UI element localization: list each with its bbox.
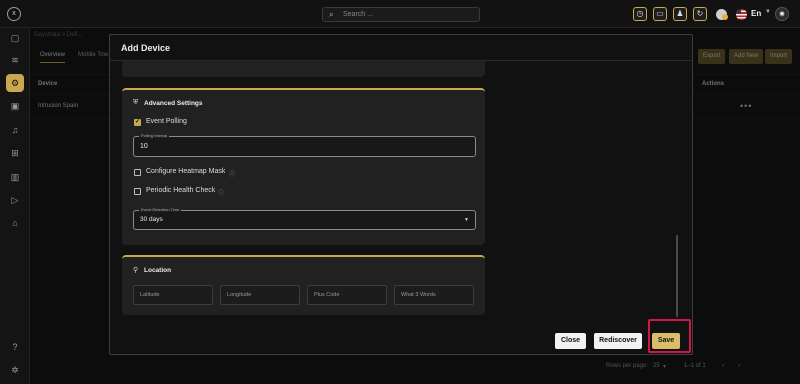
retention-value[interactable]: 30 days [140, 216, 163, 223]
info-icon[interactable]: ⓘ [218, 188, 224, 197]
rediscover-button[interactable]: Rediscover [594, 333, 642, 349]
section-title: Location [144, 267, 172, 274]
search-icon: ⌕ [329, 10, 334, 19]
sidebar: ▢ ≋ ⚙ ▣ ♫ ⊞ ▥ ▷ ⌂ ? ✲ [0, 28, 30, 384]
gear-icon[interactable]: ✲ [8, 363, 22, 377]
us-flag-icon[interactable] [736, 9, 747, 20]
what3words-placeholder: What 3 Words [401, 292, 436, 298]
language-selector[interactable]: En [751, 9, 761, 18]
plus-code-input[interactable]: Plus Code [307, 285, 387, 305]
building-icon[interactable]: ⌂ [8, 216, 22, 230]
polling-interval-field[interactable]: Polling Interval 10 [133, 133, 476, 157]
polling-interval-value[interactable]: 10 [140, 143, 148, 150]
network-icon[interactable]: ⊞ [8, 146, 22, 160]
event-polling-checkbox[interactable] [134, 118, 141, 126]
plus-code-placeholder: Plus Code [314, 292, 340, 298]
field-legend: Event Retention Time [139, 207, 182, 212]
user-icon[interactable]: ♟ [673, 7, 687, 21]
play-icon[interactable]: ▷ [8, 193, 22, 207]
highlight-box [648, 319, 691, 353]
what3words-input[interactable]: What 3 Words [394, 285, 474, 305]
heatmap-checkbox[interactable] [134, 169, 141, 176]
latitude-input[interactable]: Latitude [133, 285, 213, 305]
longitude-placeholder: Longitude [227, 292, 252, 298]
chevron-down-icon: ▼ [765, 9, 771, 15]
chevron-down-icon: ▼ [464, 217, 469, 223]
add-device-dialog: Add Device ⛨ Advanced Settings Event Pol… [109, 34, 693, 355]
scrollbar[interactable] [676, 235, 678, 317]
advanced-settings-card: ⛨ Advanced Settings Event Polling Pollin… [122, 88, 485, 245]
location-card: ⚲ Location Latitude Longitude Plus Code … [122, 255, 485, 315]
top-bar: x ⌕ Search ... ◷ ▭ ♟ ↻ En ▼ ✷ [0, 0, 800, 28]
bell-icon[interactable]: ♫ [8, 123, 22, 137]
retention-select[interactable]: Event Retention Time 30 days ▼ [133, 207, 476, 230]
settings-icon[interactable]: ⚙ [6, 74, 24, 92]
monitor-icon[interactable]: ▢ [8, 31, 22, 45]
section-title: Advanced Settings [144, 100, 203, 107]
coins-icon[interactable] [716, 9, 728, 20]
health-check-checkbox[interactable] [134, 188, 141, 195]
previous-section-card [122, 61, 485, 77]
field-legend: Polling Interval [139, 133, 170, 138]
map-pin-icon: ⚲ [133, 267, 139, 274]
dialog-title: Add Device [121, 43, 171, 53]
laptop-icon[interactable]: ▭ [653, 7, 667, 21]
layers-icon[interactable]: ≋ [8, 53, 22, 67]
theme-toggle-icon[interactable]: ✷ [775, 7, 789, 21]
info-icon[interactable]: ⓘ [229, 169, 235, 178]
help-icon[interactable]: ? [8, 340, 22, 354]
camera-icon[interactable]: ▣ [8, 99, 22, 113]
clock-icon[interactable]: ◷ [633, 7, 647, 21]
shield-icon: ⛨ [133, 99, 139, 106]
refresh-icon[interactable]: ↻ [693, 7, 707, 21]
map-icon[interactable]: ▥ [8, 170, 22, 184]
search-box[interactable]: ⌕ Search ... [322, 7, 480, 22]
app-logo[interactable]: x [7, 7, 21, 21]
event-polling-label[interactable]: Event Polling [146, 118, 187, 125]
health-check-label[interactable]: Periodic Health Check [146, 187, 215, 194]
longitude-input[interactable]: Longitude [220, 285, 300, 305]
search-placeholder: Search ... [343, 11, 373, 18]
latitude-placeholder: Latitude [140, 292, 160, 298]
close-button[interactable]: Close [555, 333, 586, 349]
heatmap-label[interactable]: Configure Heatmap Mask [146, 168, 225, 175]
